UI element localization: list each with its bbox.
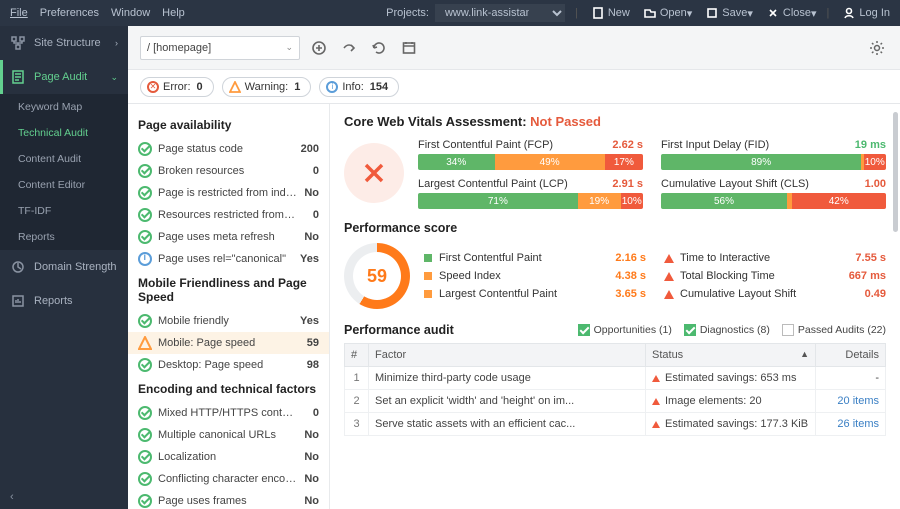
check-mixed[interactable]: Mixed HTTP/HTTPS content issues0 xyxy=(138,402,319,424)
sub-content-audit[interactable]: Content Audit xyxy=(0,146,128,172)
filter-passed[interactable]: Passed Audits (22) xyxy=(782,324,886,336)
section-availability: Page availability xyxy=(138,118,319,132)
detail-panel: Core Web Vitals Assessment: Not Passed F… xyxy=(330,104,900,509)
metric-lcp: Largest Contentful Paint (LCP)2.91 s 71%… xyxy=(418,178,643,209)
sub-keyword-map[interactable]: Keyword Map xyxy=(0,94,128,120)
audit-row[interactable]: 1Minimize third-party code usageEstimate… xyxy=(345,367,886,390)
menu-window[interactable]: Window xyxy=(111,7,150,19)
psm-tti: Time to Interactive7.55 s xyxy=(664,252,886,264)
section-encoding: Encoding and technical factors xyxy=(138,382,319,396)
check-desktop-speed[interactable]: Desktop: Page speed98 xyxy=(138,354,319,376)
refresh-icon[interactable] xyxy=(368,37,390,59)
filter-diagnostics[interactable]: Diagnostics (8) xyxy=(684,324,770,336)
fail-icon xyxy=(344,143,404,203)
check-mobile-friendly[interactable]: Mobile friendlyYes xyxy=(138,310,319,332)
metric-fcp: First Contentful Paint (FCP)2.62 s 34%49… xyxy=(418,139,643,170)
sub-tfidf[interactable]: TF-IDF xyxy=(0,198,128,224)
col-details[interactable]: Details xyxy=(816,344,886,367)
check-status-code[interactable]: Page status code200 xyxy=(138,138,319,160)
menu-preferences[interactable]: Preferences xyxy=(40,7,99,19)
audit-title: Performance audit xyxy=(344,323,454,337)
metric-cls: Cumulative Layout Shift (CLS)1.00 56%42% xyxy=(661,178,886,209)
menu-file[interactable]: File xyxy=(10,7,28,19)
collapse-icon[interactable]: ‹ xyxy=(10,491,14,503)
check-frames[interactable]: Page uses framesNo xyxy=(138,490,319,509)
psm-cls: Cumulative Layout Shift0.49 xyxy=(664,288,886,300)
project-select[interactable]: www.link-assistant.com xyxy=(435,4,565,22)
psm-fcp: First Contentful Paint2.16 s xyxy=(424,252,646,264)
page-select[interactable]: / [homepage]⌄ xyxy=(140,36,300,60)
score-donut: 59 xyxy=(344,243,410,309)
calendar-icon[interactable] xyxy=(398,37,420,59)
share-icon[interactable] xyxy=(338,37,360,59)
menu-help[interactable]: Help xyxy=(162,7,185,19)
sub-technical-audit[interactable]: Technical Audit xyxy=(0,120,128,146)
audit-row[interactable]: 3Serve static assets with an efficient c… xyxy=(345,413,886,436)
nav-page-audit[interactable]: Page Audit⌄ xyxy=(0,60,128,94)
scrollbar[interactable] xyxy=(893,112,898,232)
check-broken[interactable]: Broken resources0 xyxy=(138,160,319,182)
checks-panel: Page availability Page status code200 Br… xyxy=(128,104,330,509)
new-button[interactable]: New xyxy=(592,7,630,19)
metric-fid: First Input Delay (FID)19 ms 89%10% xyxy=(661,139,886,170)
nav-site-structure[interactable]: Site Structure› xyxy=(0,26,128,60)
check-localization[interactable]: LocalizationNo xyxy=(138,446,319,468)
perf-title: Performance score xyxy=(344,221,886,235)
check-meta-refresh[interactable]: Page uses meta refreshNo xyxy=(138,226,319,248)
info-icon: i xyxy=(326,81,338,93)
col-status[interactable]: Status ▲ xyxy=(646,344,816,367)
filter-opportunities[interactable]: Opportunities (1) xyxy=(578,324,672,336)
badge-error[interactable]: ✕Error: 0 xyxy=(140,77,214,97)
login-button[interactable]: Log In xyxy=(843,7,890,19)
error-icon: ✕ xyxy=(147,81,159,93)
check-restricted-res[interactable]: Resources restricted from indexing0 xyxy=(138,204,319,226)
audit-row[interactable]: 2Set an explicit 'width' and 'height' on… xyxy=(345,390,886,413)
status-bar: ✕Error: 0 Warning: 1 iInfo: 154 xyxy=(128,70,900,104)
nav-domain-strength[interactable]: Domain Strength xyxy=(0,250,128,284)
sub-reports[interactable]: Reports xyxy=(0,224,128,250)
toolbar: / [homepage]⌄ xyxy=(128,26,900,70)
open-button[interactable]: Open ▾ xyxy=(644,7,692,20)
close-button[interactable]: Close ▾ xyxy=(767,7,817,20)
save-button[interactable]: Save ▾ xyxy=(706,7,753,20)
check-multi-canon[interactable]: Multiple canonical URLsNo xyxy=(138,424,319,446)
col-n[interactable]: # xyxy=(345,344,369,367)
check-restricted-page[interactable]: Page is restricted from indexingNo xyxy=(138,182,319,204)
sub-content-editor[interactable]: Content Editor xyxy=(0,172,128,198)
check-canonical[interactable]: Page uses rel="canonical"Yes xyxy=(138,248,319,270)
col-factor[interactable]: Factor xyxy=(369,344,646,367)
section-mobile: Mobile Friendliness and Page Speed xyxy=(138,276,319,304)
page-audit-submenu: Keyword Map Technical Audit Content Audi… xyxy=(0,94,128,250)
psm-lcp: Largest Contentful Paint3.65 s xyxy=(424,288,646,300)
check-mobile-speed[interactable]: Mobile: Page speed59 xyxy=(128,332,329,354)
badge-warning[interactable]: Warning: 1 xyxy=(222,77,312,97)
cwv-title: Core Web Vitals Assessment: Not Passed xyxy=(344,114,886,129)
sidebar: Site Structure› Page Audit⌄ Keyword Map … xyxy=(0,26,128,509)
menubar: File Preferences Window Help Projects: w… xyxy=(0,0,900,26)
psm-tbt: Total Blocking Time667 ms xyxy=(664,270,886,282)
check-char-enc[interactable]: Conflicting character encodingNo xyxy=(138,468,319,490)
gear-icon[interactable] xyxy=(866,37,888,59)
add-icon[interactable] xyxy=(308,37,330,59)
projects-label: Projects: xyxy=(386,7,429,19)
warning-icon xyxy=(229,81,241,93)
audit-table: # Factor Status ▲ Details 1Minimize thir… xyxy=(344,343,886,436)
nav-reports[interactable]: Reports xyxy=(0,284,128,318)
badge-info[interactable]: iInfo: 154 xyxy=(319,77,399,97)
psm-si: Speed Index4.38 s xyxy=(424,270,646,282)
